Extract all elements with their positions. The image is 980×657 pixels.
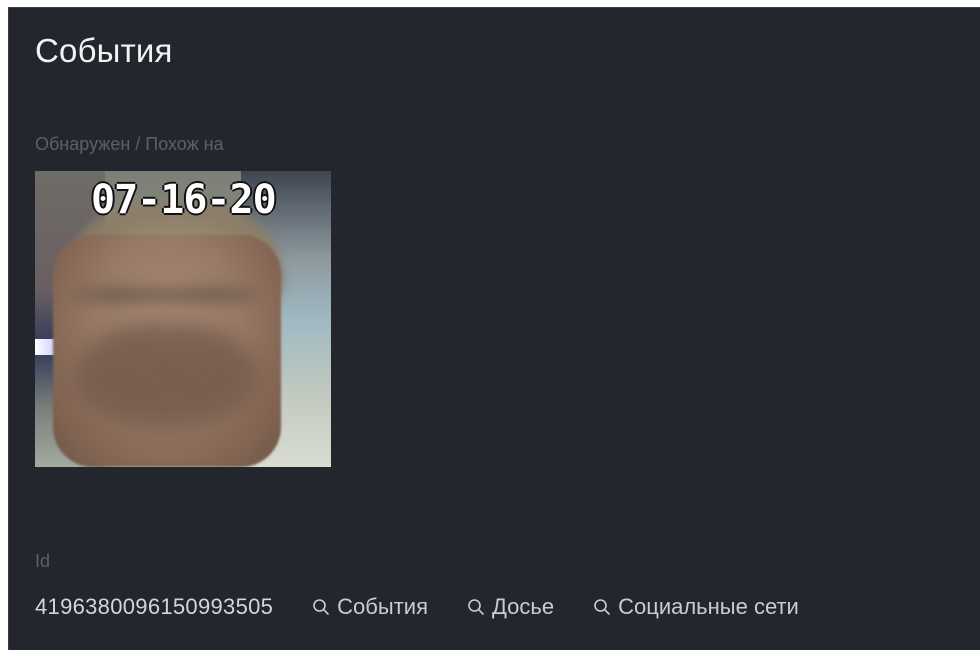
search-social-networks-link[interactable]: Социальные сети bbox=[592, 594, 799, 620]
id-value: 4196380096150993505 bbox=[35, 594, 274, 619]
detected-similar-label: Обнаружен / Похож на bbox=[35, 134, 224, 154]
search-events-label: События bbox=[337, 594, 428, 619]
search-icon bbox=[592, 597, 612, 617]
search-social-networks-label: Социальные сети bbox=[618, 594, 799, 619]
id-label: Id bbox=[35, 551, 51, 571]
search-events-link[interactable]: События bbox=[311, 594, 428, 620]
camera-timestamp: 07-16-20 bbox=[91, 177, 277, 223]
search-icon bbox=[311, 597, 331, 617]
search-dossier-label: Досье bbox=[492, 594, 555, 619]
events-panel: События Обнаружен / Похож на 07-16-20 Id… bbox=[8, 7, 980, 650]
page-title: События bbox=[35, 32, 173, 69]
blurred-face-detail bbox=[71, 321, 261, 431]
face-thumbnail[interactable]: 07-16-20 bbox=[35, 171, 331, 467]
id-actions-row: 4196380096150993505 События Досье Социал… bbox=[35, 592, 799, 622]
search-icon bbox=[466, 597, 486, 617]
search-dossier-link[interactable]: Досье bbox=[466, 594, 554, 620]
blurred-face-detail bbox=[75, 275, 255, 315]
